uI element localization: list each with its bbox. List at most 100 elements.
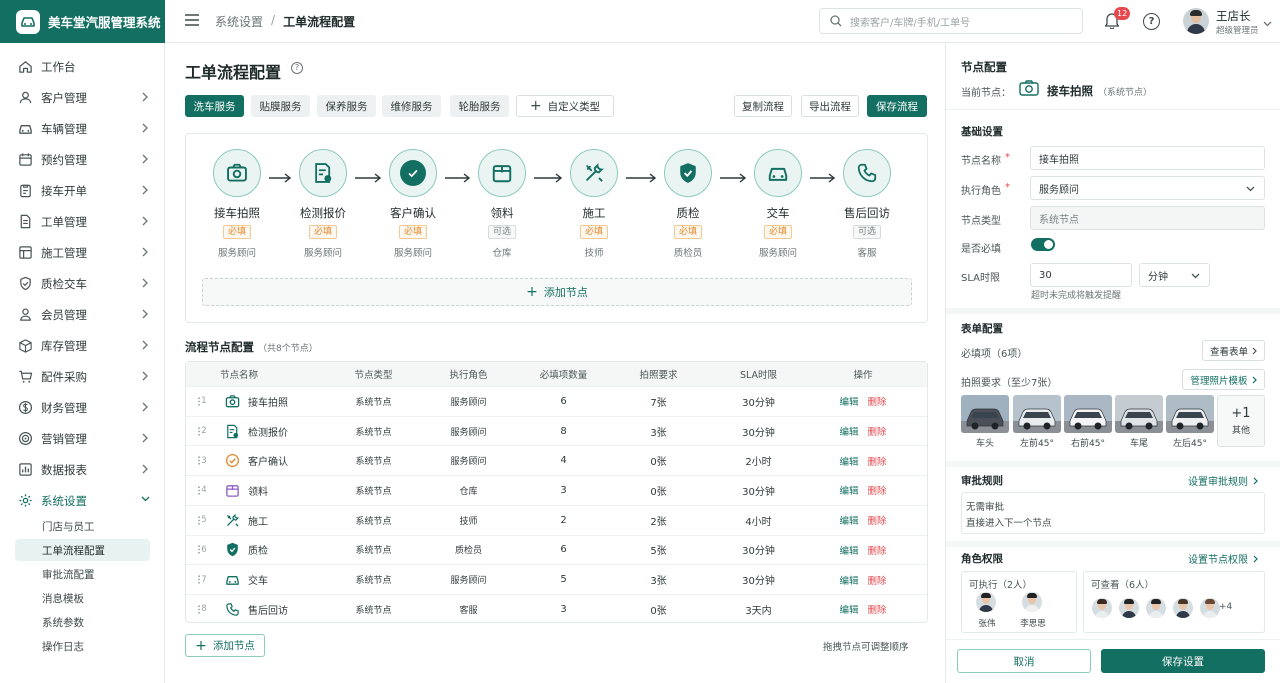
required-toggle[interactable]: [1031, 238, 1055, 251]
help-circle-icon[interactable]: ?: [291, 62, 303, 74]
photo-tile[interactable]: 左后45°: [1166, 395, 1214, 449]
table-row[interactable]: 1 接车拍照 系统节点 服务顾问 6 7张 30分钟 编辑 删除: [186, 386, 927, 416]
sidebar-item-clipboard[interactable]: 接车开单: [0, 175, 165, 206]
user-menu-chevron-icon[interactable]: [1263, 17, 1272, 30]
tab-service[interactable]: 洗车服务: [185, 95, 244, 117]
more-photos-tile[interactable]: +1 其他: [1217, 395, 1265, 447]
copy-flow-button[interactable]: 复制流程: [734, 95, 792, 117]
flow-node-tag: 必填: [222, 225, 251, 239]
flow-node[interactable]: 接车拍照 必填 服务顾问: [192, 149, 282, 259]
flow-node-circle: [570, 149, 618, 197]
table-row[interactable]: 5 施工 系统节点 技师 2 2张 4小时 编辑 删除: [186, 504, 927, 535]
delete-link[interactable]: 删除: [868, 454, 887, 468]
delete-link[interactable]: 删除: [868, 394, 887, 408]
approval-settings-link[interactable]: 设置审批规则: [1188, 473, 1258, 488]
sidebar-item-layout[interactable]: 施工管理: [0, 237, 165, 268]
car-photo-image: [961, 395, 1009, 433]
sidebar-subitem[interactable]: 系统参数: [15, 611, 150, 633]
tab-service[interactable]: 保养服务: [317, 95, 376, 117]
role-select[interactable]: 服务顾问: [1030, 176, 1265, 200]
sidebar-item-home[interactable]: 工作台: [0, 51, 165, 82]
sidebar-item-target[interactable]: 营销管理: [0, 423, 165, 454]
edit-link[interactable]: 编辑: [839, 454, 858, 468]
sidebar-subitem[interactable]: 门店与员工: [15, 515, 150, 537]
photo-template-button[interactable]: 管理照片模板: [1182, 369, 1265, 390]
photo-tile[interactable]: 车头: [961, 395, 1009, 449]
flow-node[interactable]: 客户确认 必填 服务顾问: [368, 149, 458, 259]
sidebar-item-calendar[interactable]: 预约管理: [0, 144, 165, 175]
sidebar-item-cart[interactable]: 配件采购: [0, 361, 165, 392]
table-row[interactable]: 2 检测报价 系统节点 服务顾问 8 3张 30分钟 编辑 删除: [186, 415, 927, 446]
edit-link[interactable]: 编辑: [839, 573, 858, 587]
sidebar-item-box[interactable]: 库存管理: [0, 330, 165, 361]
flow-node[interactable]: 售后回访 可选 客服: [822, 149, 912, 259]
search-input[interactable]: 搜索客户/车牌/手机/工单号: [819, 8, 1083, 34]
photo-tile[interactable]: 车尾: [1115, 395, 1163, 449]
flow-node[interactable]: 检测报价 必填 服务顾问: [278, 149, 368, 259]
sidebar-item-money[interactable]: 财务管理: [0, 392, 165, 423]
table-row[interactable]: 8 售后回访 系统节点 客服 3 0张 3天内 编辑 删除: [186, 593, 927, 624]
sidebar-item-member[interactable]: 会员管理: [0, 299, 165, 330]
tab-service[interactable]: 贴膜服务: [251, 95, 310, 117]
delete-link[interactable]: 删除: [868, 543, 887, 557]
delete-link[interactable]: 删除: [868, 602, 887, 616]
table-row[interactable]: 7 交车 系统节点 服务顾问 5 3张 30分钟 编辑 删除: [186, 564, 927, 594]
sidebar-subitem[interactable]: 审批流配置: [15, 563, 150, 585]
sla-input[interactable]: 30: [1030, 263, 1132, 287]
breadcrumb-parent[interactable]: 系统设置: [215, 13, 263, 30]
viewers-more[interactable]: +4: [1219, 602, 1232, 612]
sidebar-item-car[interactable]: 车辆管理: [0, 113, 165, 144]
user-avatar[interactable]: [1183, 8, 1209, 34]
export-flow-button[interactable]: 导出流程: [801, 95, 859, 117]
table-row[interactable]: 4 领料 系统节点 仓库 3 0张 30分钟 编辑 删除: [186, 475, 927, 505]
flow-node[interactable]: 质检 必填 质检员: [643, 149, 733, 259]
menu-toggle-icon[interactable]: [185, 14, 199, 26]
help-icon[interactable]: ?: [1143, 13, 1160, 30]
sidebar-item-shield[interactable]: 质检交车: [0, 268, 165, 299]
add-node-button[interactable]: + 添加节点: [185, 634, 265, 657]
flow-node[interactable]: 交车 必填 服务顾问: [733, 149, 823, 259]
sidebar-item-document[interactable]: 工单管理: [0, 206, 165, 237]
view-form-button[interactable]: 查看表单: [1202, 340, 1265, 361]
sidebar-item-user[interactable]: 客户管理: [0, 82, 165, 113]
photo-tile[interactable]: 右前45°: [1064, 395, 1112, 449]
sidebar-item-gear[interactable]: 系统设置: [0, 485, 165, 516]
node-name-field[interactable]: 接车拍照: [1030, 146, 1265, 170]
delete-link[interactable]: 删除: [868, 573, 887, 587]
notification-button[interactable]: 12: [1104, 7, 1131, 32]
edit-link[interactable]: 编辑: [839, 543, 858, 557]
tab-service[interactable]: 轮胎服务: [450, 95, 509, 117]
edit-link[interactable]: 编辑: [839, 424, 858, 438]
plus-icon: +: [195, 637, 207, 654]
add-node-dashed-button[interactable]: + 添加节点: [202, 278, 912, 306]
edit-link[interactable]: 编辑: [839, 394, 858, 408]
permission-settings-link[interactable]: 设置节点权限: [1188, 551, 1258, 566]
flow-node[interactable]: 领料 可选 仓库: [457, 149, 547, 259]
edit-link[interactable]: 编辑: [839, 513, 858, 527]
flow-node[interactable]: 施工 必填 技师: [549, 149, 639, 259]
sidebar-item-chart[interactable]: 数据报表: [0, 454, 165, 485]
photo-tile[interactable]: 左前45°: [1013, 395, 1061, 449]
tab-service[interactable]: 维修服务: [382, 95, 441, 117]
user-avatar: [976, 592, 996, 612]
required-asterisk: *: [1005, 152, 1010, 163]
edit-link[interactable]: 编辑: [839, 483, 858, 497]
table-row[interactable]: 6 质检 系统节点 质检员 6 5张 30分钟 编辑 删除: [186, 534, 927, 565]
sla-unit-select[interactable]: 分钟: [1139, 263, 1210, 287]
custom-type-button[interactable]: + 自定义类型: [516, 95, 614, 117]
role-label: 执行角色 *: [961, 182, 1010, 197]
chevron-down-icon: [141, 495, 150, 505]
delete-link[interactable]: 删除: [868, 424, 887, 438]
delete-link[interactable]: 删除: [868, 483, 887, 497]
cancel-button[interactable]: 取消: [957, 649, 1091, 673]
save-settings-button[interactable]: 保存设置: [1101, 649, 1265, 673]
sidebar-subitem[interactable]: 操作日志: [15, 635, 150, 657]
save-flow-button[interactable]: 保存流程: [867, 95, 927, 117]
sidebar-subitem[interactable]: 消息模板: [15, 587, 150, 609]
approval-box: 无需审批 直接进入下一个节点: [961, 492, 1265, 534]
delete-link[interactable]: 删除: [868, 513, 887, 527]
table-row[interactable]: 3 客户确认 系统节点 服务顾问 4 0张 2小时 编辑 删除: [186, 445, 927, 475]
flow-node-circle: [299, 149, 347, 197]
sidebar-subitem[interactable]: 工单流程配置: [15, 539, 150, 561]
edit-link[interactable]: 编辑: [839, 602, 858, 616]
